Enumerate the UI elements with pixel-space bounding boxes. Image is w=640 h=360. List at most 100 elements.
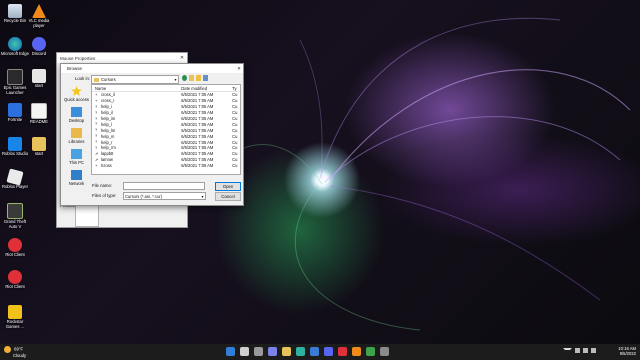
desktop-icon-start-folder[interactable]: start (24, 137, 54, 157)
weather-widget[interactable]: 69°F Cloudy (4, 346, 26, 358)
weather-temp: 69°F (14, 346, 24, 352)
desktop-icon-rockstar[interactable]: Rockstar Games ... (0, 305, 30, 330)
file-type: Cu (232, 157, 238, 163)
close-icon[interactable]: ✕ (235, 66, 243, 72)
riot-icon[interactable] (338, 347, 347, 356)
text-file-icon (31, 103, 47, 119)
help-cursor-icon: ? (95, 109, 98, 115)
settings-icon[interactable] (380, 347, 389, 356)
file-type: Cu (232, 98, 238, 104)
desktop-icon-riot-client-2[interactable]: Riot Client (0, 270, 30, 290)
volume-icon[interactable] (583, 348, 588, 353)
desktop-icon-riot-client-1[interactable]: Riot Client (0, 238, 30, 258)
file-list[interactable]: Name Date modified Ty + cross_il 6/5/2021 … (91, 84, 241, 175)
weather-icon (4, 346, 11, 353)
file-row[interactable]: + lcross 6/5/2021 7:05 AM Cu (92, 163, 240, 169)
look-in-select[interactable]: Cursors ▾ (91, 75, 179, 84)
file-type: Cu (232, 163, 238, 169)
mouse-properties-titlebar[interactable]: Mouse Properties ✕ (57, 53, 187, 63)
star-icon (71, 86, 82, 96)
new-folder-icon[interactable] (196, 75, 201, 81)
roblox-studio-icon (8, 137, 22, 151)
up-folder-icon[interactable] (189, 75, 194, 81)
file-row[interactable]: ? help_il 6/5/2021 7:05 AM Cu (92, 110, 240, 116)
browse-titlebar[interactable]: Browse ✕ (61, 64, 243, 73)
place-quick-access[interactable]: Quick access (63, 86, 90, 106)
close-icon[interactable]: ✕ (177, 55, 187, 61)
file-name: help_lm (101, 127, 116, 133)
search-icon[interactable] (240, 347, 249, 356)
help-cursor-icon: ? (95, 133, 98, 139)
open-button[interactable]: Open (215, 182, 241, 191)
cancel-button[interactable]: Cancel (215, 192, 241, 201)
weather-desc: Cloudy (13, 353, 27, 358)
file-date: 6/5/2021 7:05 AM (181, 110, 214, 116)
chevron-up-icon[interactable] (563, 348, 572, 355)
file-name: help_im (101, 116, 116, 121)
file-row[interactable]: ? help_l 6/5/2021 7:05 AM Cu (92, 121, 240, 127)
folder-icon (94, 77, 99, 82)
task-view-icon[interactable] (254, 347, 263, 356)
column-date-modified[interactable]: Date modified (181, 86, 232, 91)
network-icon (71, 170, 82, 180)
file-row[interactable]: + cross_il 6/5/2021 7:05 AM Cu (92, 92, 240, 98)
file-row[interactable]: ? help_r 6/5/2021 7:05 AM Cu (92, 139, 240, 145)
desktop-icon-discord[interactable]: Discord (24, 37, 54, 57)
help-cursor-icon: ? (95, 144, 98, 150)
file-date: 6/5/2021 7:05 AM (181, 98, 214, 104)
riot-client-icon (8, 270, 22, 284)
edge-icon[interactable] (296, 347, 305, 356)
back-icon[interactable] (182, 75, 187, 81)
xbox-icon[interactable] (366, 347, 375, 356)
column-type[interactable]: Ty (232, 86, 240, 91)
place-libraries[interactable]: Libraries (63, 128, 90, 148)
file-row[interactable]: + cross_r 6/5/2021 7:05 AM Cu (92, 98, 240, 104)
place-desktop[interactable]: Desktop (63, 107, 90, 127)
store-icon[interactable] (310, 347, 319, 356)
wifi-icon[interactable] (575, 348, 580, 353)
desktop-icon-roblox-player[interactable]: Roblox Player (0, 168, 30, 190)
files-of-type-select[interactable]: Cursors (*.ani, *.cur) ▾ (123, 192, 206, 200)
help-cursor-icon: ? (95, 115, 98, 121)
file-date: 6/5/2021 7:05 AM (181, 145, 214, 151)
file-row[interactable]: ? help_m 6/5/2021 7:05 AM Cu (92, 133, 240, 139)
file-type: Cu (232, 127, 238, 133)
file-explorer-icon[interactable] (282, 347, 291, 356)
file-name-input[interactable] (123, 182, 205, 190)
file-name: lcross (101, 163, 112, 169)
file-row[interactable]: ? help_i 6/5/2021 7:05 AM Cu (92, 104, 240, 110)
file-type: Cu (232, 133, 238, 139)
roblox-player-icon (6, 168, 24, 186)
place-this-pc[interactable]: This PC (63, 149, 90, 169)
file-row[interactable]: ? help_lm 6/5/2021 7:05 AM Cu (92, 127, 240, 133)
battery-icon[interactable] (591, 348, 596, 353)
clock[interactable]: 10:16 AM 9/5/2022 (604, 346, 636, 357)
file-date: 6/5/2021 7:05 AM (181, 151, 214, 157)
place-network[interactable]: Network (63, 170, 90, 190)
recycle-bin-icon (8, 4, 22, 18)
discord-icon[interactable] (324, 347, 333, 356)
chat-icon[interactable] (268, 347, 277, 356)
view-menu-icon[interactable] (203, 75, 208, 81)
column-name[interactable]: Name (92, 86, 181, 91)
file-type: Cu (232, 92, 238, 98)
file-name: help_r (101, 139, 113, 145)
epic-games-icon (7, 69, 23, 85)
desktop-icon-vlc[interactable]: VLC media player (24, 4, 54, 29)
crosshair-cursor-icon: + (95, 91, 98, 97)
file-name: help_rm (101, 145, 116, 151)
vlc-icon[interactable] (352, 347, 361, 356)
start-icon[interactable] (226, 347, 235, 356)
chevron-down-icon: ▾ (174, 77, 177, 82)
help-cursor-icon: ? (95, 121, 98, 127)
file-type: Cu (232, 116, 238, 121)
desktop-icon-gta[interactable]: Grand Theft Auto V (0, 203, 30, 230)
files-of-type-label: Files of type: (92, 193, 117, 198)
file-row[interactable]: ➚ lamnw 6/5/2021 7:05 AM Cu (92, 157, 240, 163)
desktop-icon-readme[interactable]: README (24, 103, 54, 125)
file-row[interactable]: ➚ lappbtt 6/5/2021 7:05 AM Cu (92, 151, 240, 157)
file-row[interactable]: ? help_rm 6/5/2021 7:05 AM Cu (92, 145, 240, 151)
desktop-icon-start-file[interactable]: start (24, 69, 54, 89)
desktop: Recycle Bin VLC media player Microsoft E… (0, 0, 640, 344)
file-row[interactable]: ? help_im 6/5/2021 7:05 AM Cu (92, 116, 240, 122)
